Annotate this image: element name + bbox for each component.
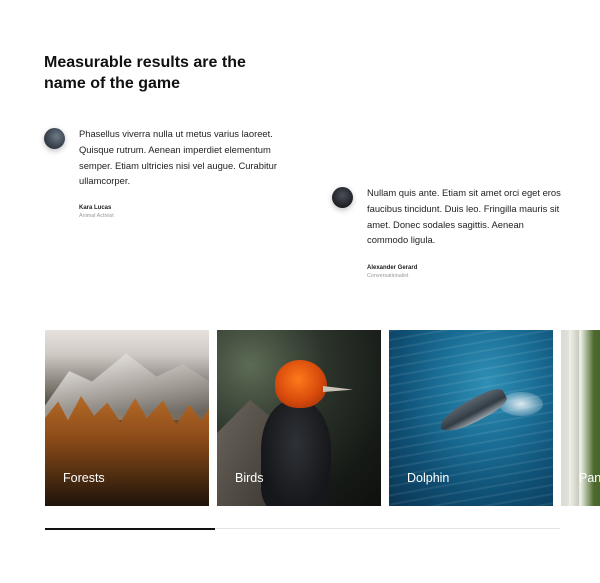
testimonial-role: Animal Activist — [79, 213, 114, 219]
testimonial-quote: Nullam quis ante. Etiam sit amet orci eg… — [367, 187, 561, 246]
mountain-image — [45, 353, 209, 420]
testimonial-author: Alexander Gerard — [367, 265, 418, 271]
gallery-card-forests[interactable]: Forests — [45, 330, 209, 506]
testimonial-role: Conversationalist — [367, 273, 409, 279]
carousel-progress-bar[interactable] — [45, 527, 560, 530]
avatar — [44, 128, 65, 149]
gallery-card-label: Birds — [235, 471, 264, 485]
bird-head-image — [275, 360, 327, 408]
gallery-card-birds[interactable]: Birds — [217, 330, 381, 506]
bird-body-image — [261, 400, 331, 506]
gallery-card-label: Dolphin — [407, 471, 450, 485]
image-carousel[interactable]: Forests Birds Dolphin Pan — [45, 330, 600, 506]
gallery-card-dolphin[interactable]: Dolphin — [389, 330, 553, 506]
avatar — [332, 187, 353, 208]
bird-beak-image — [323, 386, 353, 392]
carousel-progress-fill — [45, 527, 215, 530]
gallery-card-label: Pan — [579, 471, 600, 485]
gallery-card-panda[interactable]: Pan — [561, 330, 600, 506]
section-heading: Measurable results are the name of the g… — [44, 54, 246, 92]
gallery-card-label: Forests — [63, 471, 105, 485]
bamboo-image — [569, 330, 579, 506]
testimonial-author: Kara Lucas — [79, 205, 112, 211]
testimonial-quote: Phasellus viverra nulla ut metus varius … — [79, 128, 278, 187]
